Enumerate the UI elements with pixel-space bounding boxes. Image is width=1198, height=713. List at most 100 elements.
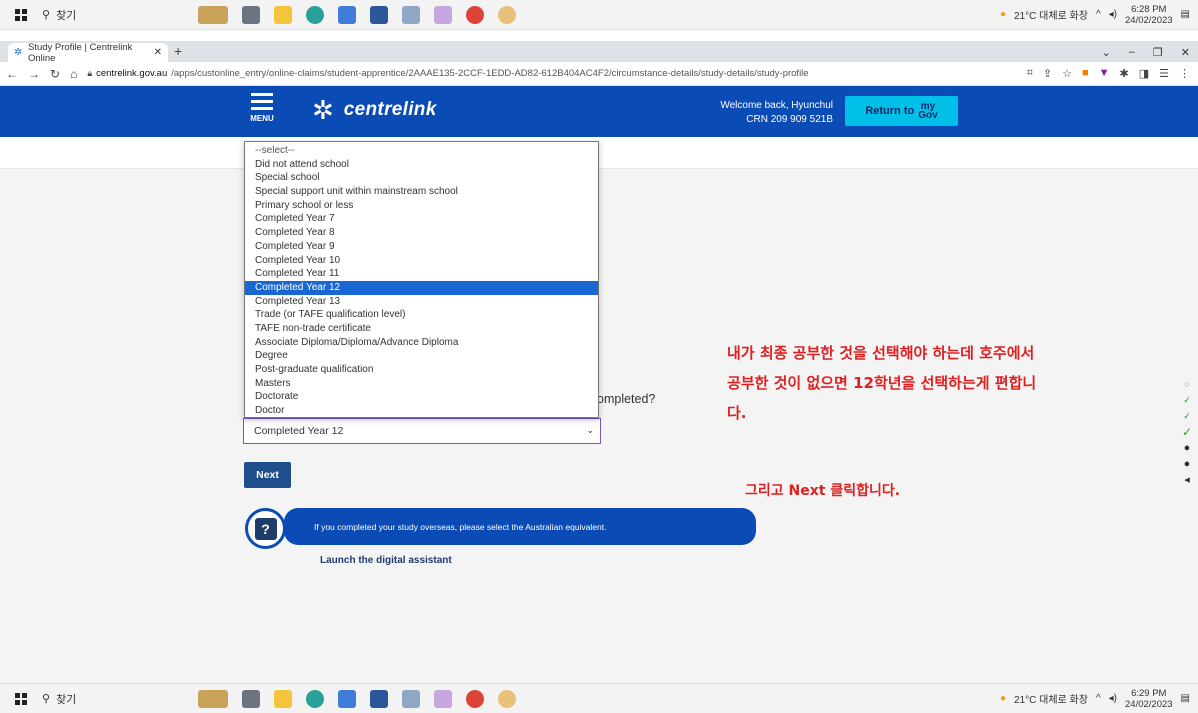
return-to-mygov-button[interactable]: Return to my Gov — [845, 96, 958, 126]
profile-icon[interactable]: ☰ — [1159, 67, 1169, 80]
back-icon[interactable]: ← — [6, 67, 18, 81]
dropdown-option[interactable]: Completed Year 8 — [245, 226, 598, 240]
clock-date: 24/02/2023 — [1125, 14, 1173, 26]
dropdown-option[interactable]: Special school — [245, 171, 598, 185]
clock[interactable]: 6:28 PM 24/02/2023 — [1125, 4, 1173, 26]
system-tray: ● 21°C 대체로 화창 ^ ◂) 6:28 PM 24/02/2023 ▤ — [1000, 4, 1198, 26]
notes-app-icon[interactable] — [402, 689, 420, 708]
progress-arrow-icon: ◂ — [1184, 474, 1190, 486]
word-icon[interactable] — [370, 5, 388, 24]
clock[interactable]: 6:29 PM 24/02/2023 — [1125, 688, 1173, 710]
dropdown-option[interactable]: Completed Year 10 — [245, 254, 598, 268]
qualification-select[interactable]: Completed Year 12 ⌄ — [243, 418, 601, 444]
file-explorer-icon[interactable] — [274, 689, 292, 708]
dropdown-option[interactable]: Completed Year 7 — [245, 212, 598, 226]
notes-app-icon[interactable] — [402, 5, 420, 24]
taskbar-search[interactable]: ⚲ 찾기 — [34, 7, 174, 23]
close-window-icon[interactable]: ✕ — [1181, 46, 1190, 59]
progress-check-icon: ✓ — [1183, 395, 1191, 405]
dropdown-option[interactable]: Special support unit within mainstream s… — [245, 185, 598, 199]
paint-app-icon[interactable] — [434, 689, 452, 708]
launch-assistant-link[interactable]: Launch the digital assistant — [320, 555, 452, 566]
file-explorer-icon[interactable] — [274, 5, 292, 24]
weather-label[interactable]: 21°C 대체로 화창 — [1014, 7, 1088, 22]
extension-orange-icon[interactable]: ■ — [1082, 67, 1089, 80]
dropdown-option[interactable]: TAFE non-trade certificate — [245, 322, 598, 336]
address-bar: ← → ↻ ⌂ 🔒︎ centrelink.gov.au/apps/custon… — [0, 62, 1198, 86]
extensions-icon[interactable]: ✱ — [1120, 67, 1129, 80]
building-app-icon[interactable] — [198, 689, 228, 708]
menu-button[interactable]: MENU — [246, 91, 278, 131]
building-app-icon[interactable] — [198, 5, 228, 24]
settings-app-icon[interactable] — [338, 5, 356, 24]
windows-start-button[interactable] — [8, 0, 34, 30]
dropdown-option[interactable]: Doctor — [245, 404, 598, 418]
notification-icon[interactable]: ▤ — [1181, 9, 1190, 20]
browser-toolbar-right: ⌗ ⇪ ☆ ■ ▼ ✱ ◨ ☰ ⋮ — [1027, 67, 1198, 80]
dropdown-option[interactable]: Completed Year 12 — [245, 280, 598, 295]
task-view-icon[interactable] — [242, 689, 260, 708]
weather-icon: ● — [999, 9, 1007, 20]
forward-icon[interactable]: → — [28, 67, 40, 81]
tray-chevron-icon[interactable]: ^ — [1096, 693, 1101, 704]
dropdown-option[interactable]: Associate Diploma/Diploma/Advance Diplom… — [245, 336, 598, 350]
new-tab-icon[interactable]: + — [174, 43, 182, 59]
sidebar-icon[interactable]: ◨ — [1139, 67, 1149, 80]
character-app-icon[interactable] — [498, 5, 516, 24]
dropdown-option[interactable]: Doctorate — [245, 390, 598, 404]
edge-icon[interactable] — [306, 5, 324, 24]
dropdown-option[interactable]: Completed Year 9 — [245, 240, 598, 254]
dropdown-option[interactable]: Completed Year 13 — [245, 295, 598, 309]
windows-logo-icon — [15, 8, 27, 21]
help-question-icon: ? — [254, 517, 277, 540]
chrome-icon[interactable] — [466, 689, 484, 708]
volume-icon[interactable]: ◂) — [1109, 693, 1117, 704]
digital-assistant-icon[interactable]: ? — [245, 508, 286, 549]
tab-search-icon[interactable]: ⌄ — [1102, 46, 1111, 59]
next-button[interactable]: Next — [244, 462, 291, 488]
chrome-icon[interactable] — [466, 5, 484, 24]
dropdown-option[interactable]: Masters — [245, 377, 598, 391]
windows-start-button[interactable] — [8, 684, 34, 713]
dropdown-option[interactable]: --select-- — [245, 144, 598, 158]
brand-name: centrelink — [343, 99, 437, 120]
task-view-icon[interactable] — [242, 5, 260, 24]
settings-app-icon[interactable] — [338, 689, 356, 708]
url-field[interactable]: 🔒︎ centrelink.gov.au/apps/custonline_ent… — [87, 68, 808, 79]
dropdown-option[interactable]: Completed Year 11 — [245, 267, 598, 281]
clock-time: 6:29 PM — [1131, 687, 1167, 699]
browser-tab[interactable]: ✲ Study Profile | Centrelink Online ✕ — [8, 41, 168, 64]
character-app-icon[interactable] — [498, 689, 516, 708]
dropdown-option[interactable]: Trade (or TAFE qualification level) — [245, 308, 598, 322]
dropdown-option[interactable]: Did not attend school — [245, 158, 598, 172]
search-icon: ⚲ — [42, 693, 51, 705]
extension-purple-icon[interactable]: ▼ — [1099, 67, 1110, 80]
tray-chevron-icon[interactable]: ^ — [1096, 9, 1101, 20]
notification-icon[interactable]: ▤ — [1181, 693, 1190, 704]
taskbar-search[interactable]: ⚲ 찾기 — [34, 691, 174, 707]
centrelink-logo[interactable]: ✲ centrelink — [312, 97, 437, 123]
dropdown-option[interactable]: Degree — [245, 349, 598, 363]
weather-label[interactable]: 21°C 대체로 화창 — [1014, 691, 1088, 706]
progress-check-icon: ✓ — [1183, 411, 1191, 421]
home-icon[interactable]: ⌂ — [70, 67, 77, 81]
dropdown-option[interactable]: Post-graduate qualification — [245, 363, 598, 377]
word-icon[interactable] — [370, 689, 388, 708]
minimize-icon[interactable]: – — [1129, 46, 1135, 59]
reload-icon[interactable]: ↻ — [50, 67, 60, 81]
paint-app-icon[interactable] — [434, 5, 452, 24]
tab-title: Study Profile | Centrelink Online — [27, 41, 133, 64]
mygov-logo: my Gov — [918, 102, 937, 121]
chrome-menu-icon[interactable]: ⋮ — [1179, 67, 1190, 80]
search-icon: ⚲ — [42, 9, 51, 21]
bookmark-star-icon[interactable]: ☆ — [1062, 67, 1072, 80]
dropdown-option[interactable]: Primary school or less — [245, 199, 598, 213]
close-tab-icon[interactable]: ✕ — [154, 47, 162, 58]
share-icon[interactable]: ⇪ — [1043, 67, 1052, 80]
taskbar-search-label: 찾기 — [56, 693, 77, 706]
welcome-line: Welcome back, Hyunchul — [720, 100, 833, 111]
translate-icon[interactable]: ⌗ — [1027, 67, 1033, 80]
edge-icon[interactable] — [306, 689, 324, 708]
restore-icon[interactable]: ❐ — [1153, 46, 1163, 59]
volume-icon[interactable]: ◂) — [1109, 9, 1117, 20]
